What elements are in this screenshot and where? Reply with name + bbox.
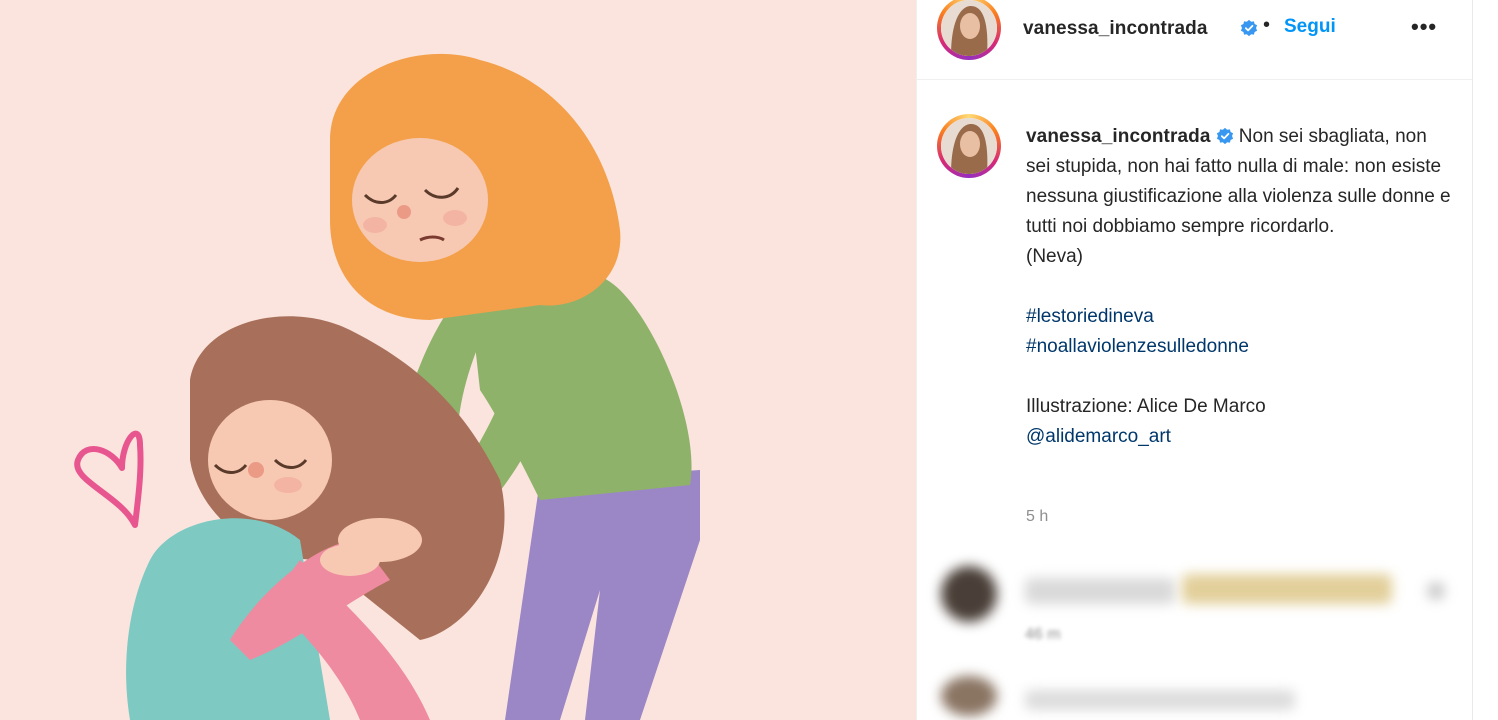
caption-text: vanessa_incontrada Non sei sbagliata, no… (1026, 122, 1456, 452)
comment-text (1025, 690, 1295, 710)
follow-button[interactable]: Segui (1284, 16, 1336, 38)
separator-dot: • (1263, 14, 1271, 36)
comment-timestamp: 46 m (1025, 626, 1061, 643)
comment-item: 46 m (917, 560, 1473, 643)
hashtag-link[interactable]: #noallaviolenzesulledonne (1026, 336, 1249, 357)
post-image[interactable] (0, 0, 916, 720)
post-panel: vanessa_incontrada • Segui ••• vanessa_i… (916, 0, 1473, 720)
profile-picture (941, 118, 997, 174)
caption-avatar[interactable] (937, 114, 1001, 178)
avatar[interactable] (937, 0, 1001, 60)
caption-username[interactable]: vanessa_incontrada (1026, 126, 1211, 147)
comment-avatar[interactable] (941, 676, 997, 716)
comment-username[interactable] (1025, 578, 1175, 604)
more-options-icon[interactable]: ••• (1411, 14, 1437, 40)
comment-avatar[interactable] (941, 566, 997, 622)
caption: vanessa_incontrada Non sei sbagliata, no… (917, 80, 1473, 540)
post-timestamp: 5 h (1026, 508, 1049, 525)
illustration-credit: Illustrazione: Alice De Marco (1026, 396, 1266, 417)
post-header: vanessa_incontrada • Segui ••• (917, 0, 1473, 80)
verified-badge-icon (1216, 127, 1233, 145)
caption-signature: (Neva) (1026, 246, 1084, 267)
comment-text (1182, 574, 1392, 604)
profile-picture (941, 0, 997, 56)
illustration (0, 0, 916, 720)
verified-badge-icon (1235, 19, 1258, 39)
hashtag-link[interactable]: #lestoriedineva (1026, 306, 1154, 327)
comment-item (917, 670, 1473, 720)
scrollbar[interactable] (1472, 0, 1498, 720)
mention-link[interactable]: @alidemarco_art (1026, 426, 1171, 447)
like-icon[interactable] (1427, 582, 1445, 600)
header-username[interactable]: vanessa_incontrada (1023, 18, 1208, 40)
